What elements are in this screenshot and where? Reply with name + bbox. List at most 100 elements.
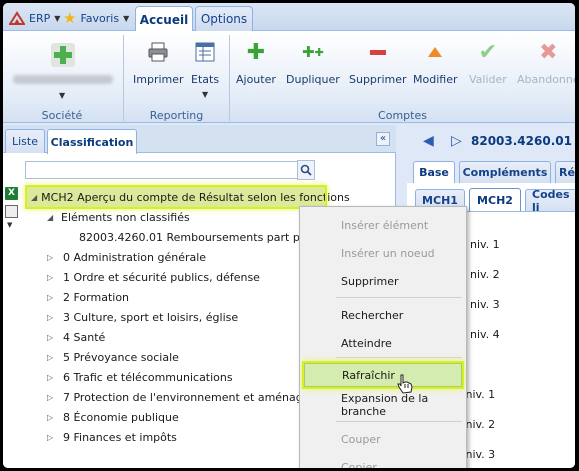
detail-header: ◀ ▷ 82003.4260.01 bbox=[397, 125, 575, 157]
report-icon bbox=[192, 39, 218, 65]
prev-arrow-icon[interactable]: ◀ bbox=[423, 133, 434, 149]
menu-bar: ERP ▼ ★ Favoris ▼ Accueil Options bbox=[3, 3, 575, 32]
tree-node[interactable]: ▷ 1 Ordre et sécurité publics, défense bbox=[47, 267, 260, 287]
search-button[interactable] bbox=[297, 160, 315, 180]
collapse-arrow-icon: ◢ bbox=[47, 212, 54, 222]
tree-node[interactable]: ▷ 5 Prévoyance sociale bbox=[47, 347, 179, 367]
chevron-down-icon: ▼ bbox=[123, 13, 130, 23]
print-small-icon[interactable] bbox=[5, 205, 18, 218]
menu-cut[interactable]: Couper bbox=[304, 427, 462, 451]
menu-delete[interactable]: Supprimer bbox=[304, 269, 462, 293]
tab-codes[interactable]: Codes li bbox=[525, 187, 575, 214]
tree-node-unclassified[interactable]: ◢ Eléments non classifiés bbox=[47, 207, 190, 227]
expand-arrow-icon: ▷ bbox=[47, 272, 54, 282]
menu-insert-node[interactable]: Insérer un noeud bbox=[304, 241, 462, 265]
triangle-up-icon bbox=[422, 39, 448, 65]
add-button[interactable]: ✚ Ajouter bbox=[236, 39, 276, 87]
erp-menu[interactable]: ERP ▼ bbox=[9, 9, 60, 27]
tab-codes-label: Codes li bbox=[532, 187, 570, 214]
tree-node-label: 9 Finances et impôts bbox=[63, 430, 177, 444]
plus-icon: ✚ bbox=[246, 39, 266, 65]
tab-liste-label: Liste bbox=[12, 135, 38, 148]
delete-button[interactable]: Supprimer bbox=[349, 39, 407, 86]
erp-label: ERP bbox=[29, 11, 51, 25]
tree-node-label: 0 Administration générale bbox=[63, 250, 207, 264]
add-label: Ajouter bbox=[236, 73, 276, 86]
tab-mch2[interactable]: MCH2 bbox=[469, 188, 521, 211]
printer-icon bbox=[145, 39, 171, 65]
tree-root-node[interactable]: ◢ MCH2 Aperçu du compte de Résultat selo… bbox=[25, 185, 350, 209]
account-number: 82003.4260.01 bbox=[471, 134, 572, 148]
tree-node-label: 5 Prévoyance sociale bbox=[63, 350, 179, 364]
etats-button[interactable]: Etats ▼ bbox=[191, 39, 219, 99]
tree-node[interactable]: ▷ 6 Trafic et télécommunications bbox=[47, 367, 233, 387]
tree-node-label: Eléments non classifiés bbox=[61, 210, 190, 224]
checkmark-icon: ✔ bbox=[478, 39, 498, 65]
search-icon bbox=[300, 164, 312, 176]
tree-node[interactable]: ▷ 7 Protection de l'environnement et amén… bbox=[47, 387, 334, 407]
tree-node[interactable]: ▷ 0 Administration générale bbox=[47, 247, 206, 267]
minus-icon bbox=[365, 39, 391, 65]
ribbon: ▼ Société Imprimer Etats ▼ Reporting ✚ A… bbox=[3, 31, 575, 123]
expand-arrow-icon: ▷ bbox=[47, 252, 54, 262]
level-label: niv. 4 bbox=[470, 328, 500, 341]
validate-label: Valider bbox=[469, 73, 507, 86]
expand-arrow-icon: ▷ bbox=[47, 312, 54, 322]
context-menu: Insérer élément Insérer un noeud Supprim… bbox=[299, 206, 467, 468]
chevron-down-icon[interactable]: ▼ bbox=[7, 221, 12, 229]
company-logo-icon bbox=[51, 43, 75, 67]
tab-classification[interactable]: Classification bbox=[47, 129, 137, 154]
erp-logo-icon bbox=[9, 11, 25, 25]
menu-separator bbox=[336, 297, 462, 298]
app-window: ERP ▼ ★ Favoris ▼ Accueil Options ▼ Soci… bbox=[3, 3, 575, 468]
expand-arrow-icon: ▷ bbox=[47, 392, 54, 402]
hand-cursor-icon bbox=[395, 373, 415, 398]
modify-button[interactable]: Modifier bbox=[413, 39, 457, 86]
duplicate-button[interactable]: ✚ ✚ Dupliquer bbox=[286, 39, 340, 86]
tab-accueil-label: Accueil bbox=[139, 12, 189, 27]
tab-options[interactable]: Options bbox=[195, 6, 253, 31]
tab-complements[interactable]: Compléments bbox=[459, 161, 551, 183]
tab-liste[interactable]: Liste bbox=[5, 129, 45, 153]
side-toolstrip: X ▼ bbox=[3, 187, 21, 247]
collapse-arrow-icon: ◢ bbox=[31, 192, 38, 202]
favorites-menu[interactable]: ★ Favoris ▼ bbox=[63, 9, 129, 27]
menu-copy[interactable]: Copier bbox=[304, 455, 462, 469]
chevron-down-icon: ▼ bbox=[201, 90, 209, 99]
search-input[interactable] bbox=[25, 161, 315, 179]
tab-options-label: Options bbox=[200, 12, 248, 26]
company-selector[interactable]: ▼ bbox=[11, 39, 115, 103]
tree-node[interactable]: ▷ 9 Finances et impôts bbox=[47, 427, 177, 447]
menu-search[interactable]: Rechercher bbox=[304, 303, 462, 327]
tab-accueil[interactable]: Accueil bbox=[135, 6, 193, 32]
level-label: niv. 2 bbox=[470, 268, 500, 281]
group-label-societe: Société bbox=[41, 109, 83, 122]
menu-insert-element[interactable]: Insérer élément bbox=[304, 213, 462, 237]
modify-label: Modifier bbox=[413, 73, 458, 86]
print-button[interactable]: Imprimer bbox=[133, 39, 184, 86]
menu-separator bbox=[336, 357, 462, 358]
tab-re[interactable]: Ré bbox=[555, 161, 575, 183]
tab-base[interactable]: Base bbox=[413, 161, 455, 183]
tree-node-label: 1 Ordre et sécurité publics, défense bbox=[63, 270, 260, 284]
collapse-button[interactable]: « bbox=[376, 132, 390, 146]
tree-node[interactable]: ▷ 4 Santé bbox=[47, 327, 105, 347]
tab-classification-label: Classification bbox=[50, 135, 134, 149]
tree-node[interactable]: ▷ 8 Économie publique bbox=[47, 407, 179, 427]
expand-arrow-icon: ▷ bbox=[47, 352, 54, 362]
close-icon: ✖ bbox=[539, 39, 558, 65]
expand-arrow-icon: ▷ bbox=[47, 332, 54, 342]
tree-node[interactable]: ▷ 3 Culture, sport et loisirs, église bbox=[47, 307, 238, 327]
level-label: niv. 3 bbox=[470, 298, 500, 311]
validate-button[interactable]: ✔ Valider bbox=[469, 39, 507, 87]
menu-goto[interactable]: Atteindre bbox=[304, 331, 462, 355]
tree-node-label: 8 Économie publique bbox=[63, 410, 179, 424]
next-arrow-icon[interactable]: ▷ bbox=[451, 133, 462, 149]
menu-refresh[interactable]: Rafraîchir bbox=[302, 361, 464, 389]
excel-icon[interactable]: X bbox=[5, 187, 18, 200]
abandon-button[interactable]: ✖ Abandonne bbox=[517, 39, 575, 87]
expand-arrow-icon: ▷ bbox=[47, 292, 54, 302]
tree-root-label: MCH2 Aperçu du compte de Résultat selon … bbox=[41, 190, 350, 204]
tree-node[interactable]: ▷ 2 Formation bbox=[47, 287, 129, 307]
menu-expand-branch[interactable]: Expansion de la branche bbox=[304, 392, 462, 418]
